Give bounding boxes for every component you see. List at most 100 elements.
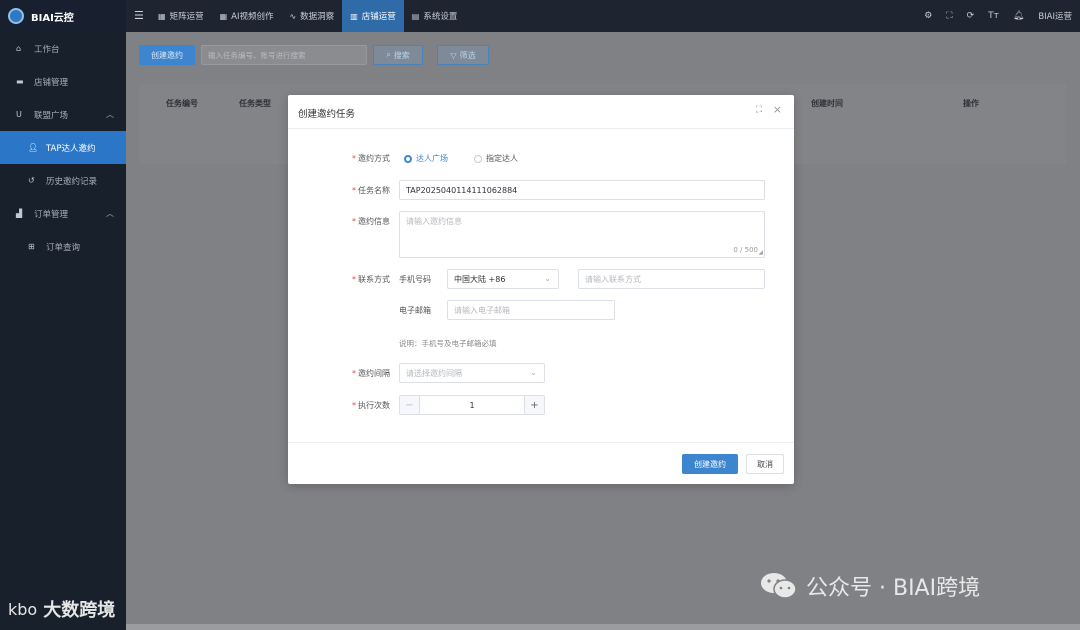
topnav-item-matrix[interactable]: ▦ 矩阵运营 [150,0,212,32]
decrement-button[interactable]: − [400,396,420,414]
create-invite-button[interactable]: 创建邀约 [139,45,195,65]
chevron-up-icon: ︿ [106,110,114,119]
topnav-item-ai-video[interactable]: ▦ AI视频创作 [212,0,282,32]
radio-circle [474,154,482,163]
topnav-item-store[interactable]: ▥ 店铺运营 [342,0,404,32]
sidebar-item-order-management[interactable]: ▟ 订单管理 ︿ [0,197,126,230]
table-header-task-id: 任务编号 [166,99,198,108]
chevron-up-icon: ︿ [106,209,114,218]
interval-select[interactable]: 请选择邀约间隔 ⌄ [399,363,545,383]
sidebar-item-label: TAP达人邀约 [46,143,96,154]
sidebar-item-label: 联盟广场 [34,110,69,121]
region-code-value: 中国大陆 +86 [454,274,506,284]
increment-button[interactable]: + [524,396,544,414]
refresh-icon[interactable]: ⟳ [967,11,975,21]
dashu-logo: kbo [8,599,38,619]
grid-icon: ▦ [219,11,228,21]
sidebar-item-label: 订单查询 [46,242,81,253]
union-icon: U [16,110,22,119]
video-matrix-icon: ▦ [158,11,166,21]
order-icon: ▟ [16,209,23,218]
watermark-text: 大数跨境 [43,600,116,621]
user-name[interactable]: BIAI运营 [1038,10,1072,22]
contact-note: 说明：手机号及电子邮箱必填 [399,339,497,348]
dialog-title: 创建邀约任务 [298,109,356,120]
home-icon: ⌂ [16,44,22,53]
sidebar-item-order-query[interactable]: ⊞ 订单查询 [0,230,126,263]
topnav-item-settings[interactable]: ▤ 系统设置 [404,0,466,32]
store-icon: ▬ [16,77,24,86]
watermark-text: 公众号 · BIAI跨境 [806,576,981,601]
divider [288,442,794,443]
document-icon: ▤ [411,11,420,21]
font-size-icon[interactable]: Tт [988,11,999,21]
radio-specified-influencer[interactable]: 指定达人 [474,153,518,164]
sidebar-item-label: 历史邀约记录 [46,176,98,187]
top-nav: ▦ 矩阵运营 ▦ AI视频创作 ∿ 数据洞察 ▥ 店铺运营 ▤ 系统设置 [150,0,465,32]
brand-logo-icon [8,8,24,24]
interval-label: * 邀约间隔 [352,369,390,378]
user-icon: 👤︎ [28,143,39,152]
grid-icon: ⊞ [28,242,35,251]
radio-influencer-square[interactable]: 达人广场 [404,153,448,164]
app-logo[interactable]: BIAI云控 [0,0,126,32]
topnav-item-data[interactable]: ∿ 数据洞察 [281,0,342,32]
invite-info-label: * 邀约信息 [352,217,390,226]
execution-count-label: * 执行次数 [352,401,390,410]
task-name-input[interactable]: TAP20250401141110628​84 [399,180,765,200]
maximize-icon[interactable]: ⛶ [756,105,762,115]
sidebar-item-workbench[interactable]: ⌂ 工作台 [0,32,126,65]
fullscreen-icon[interactable]: ⛶ [946,11,952,21]
history-icon: ↺ [28,176,35,185]
search-icon: ⌕ [386,50,391,59]
execution-count-stepper: − 1 + [399,395,545,415]
execution-count-value[interactable]: 1 [420,396,524,414]
char-counter: 0 / 500 [733,246,758,254]
top-right-tools: ⚙ ⛶ ⟳ Tт 🔔︎ BIAI运营 [924,0,1080,32]
topnav-label: AI视频创作 [231,12,274,22]
search-button-label: 搜索 [393,50,410,60]
chart-icon: ∿ [289,11,297,21]
wechat-icon [761,573,797,599]
region-code-select[interactable]: 中国大陆 +86 ⌄ [447,269,559,289]
divider [288,128,794,129]
search-input[interactable]: 输入任务编号、账号进行搜索 [201,45,367,65]
table-header-created-time: 创建时间 [811,99,843,108]
sidebar-item-label: 店铺管理 [34,77,69,88]
invite-method-label: * 邀约方式 [352,154,390,163]
email-input[interactable]: 请输入电子邮箱 [447,300,615,320]
sidebar-item-label: 订单管理 [34,209,69,220]
sidebar-item-tap-invite[interactable]: 👤︎ TAP达人邀约 [0,131,126,164]
settings-icon[interactable]: ⚙ [924,11,932,21]
cancel-button[interactable]: 取消 [746,454,784,474]
dashu-watermark: kbo 大数跨境 [8,596,115,622]
table-header-actions: 操作 [963,99,979,108]
horizontal-scrollbar[interactable] [126,624,1080,630]
phone-input[interactable]: 请输入联系方式 [578,269,765,289]
sidebar-item-store-management[interactable]: ▬ 店铺管理 [0,65,126,98]
filter-icon: ▽ [450,50,457,60]
chevron-down-icon: ⌄ [544,274,551,283]
submit-create-invite-button[interactable]: 创建邀约 [682,454,738,474]
sidebar-item-union-square[interactable]: U 联盟广场 ︿ [0,98,126,131]
interval-placeholder: 请选择邀约间隔 [406,368,462,378]
close-icon[interactable]: × [773,103,782,116]
topnav-label: 数据洞察 [300,12,335,22]
sidebar-item-invite-history[interactable]: ↺ 历史邀约记录 [0,164,126,197]
resize-handle-icon[interactable]: ◢ [758,249,763,256]
contact-label: * 联系方式 [352,275,390,284]
invite-info-textarea[interactable]: 请输入邀约信息 0 / 500 ◢ [399,211,765,258]
top-bar: BIAI云控 ☰ ▦ 矩阵运营 ▦ AI视频创作 ∿ 数据洞察 ▥ 店铺运营 ▤… [0,0,1080,32]
bell-icon[interactable]: 🔔︎ [1013,11,1024,21]
phone-label: 手机号码 [399,275,431,284]
brand-name: BIAI云控 [31,12,74,24]
search-button[interactable]: ⌕ 搜索 [373,45,423,65]
topnav-label: 矩阵运营 [169,12,204,22]
menu-icon[interactable]: ☰ [134,9,144,22]
filter-button[interactable]: ▽ 筛选 [437,45,489,65]
sidebar-item-label: 工作台 [34,44,60,55]
topnav-label: 店铺运营 [361,12,396,22]
topnav-label: 系统设置 [423,12,458,22]
store-icon: ▥ [350,11,358,21]
wechat-watermark: 公众号 · BIAI跨境 [760,570,980,602]
